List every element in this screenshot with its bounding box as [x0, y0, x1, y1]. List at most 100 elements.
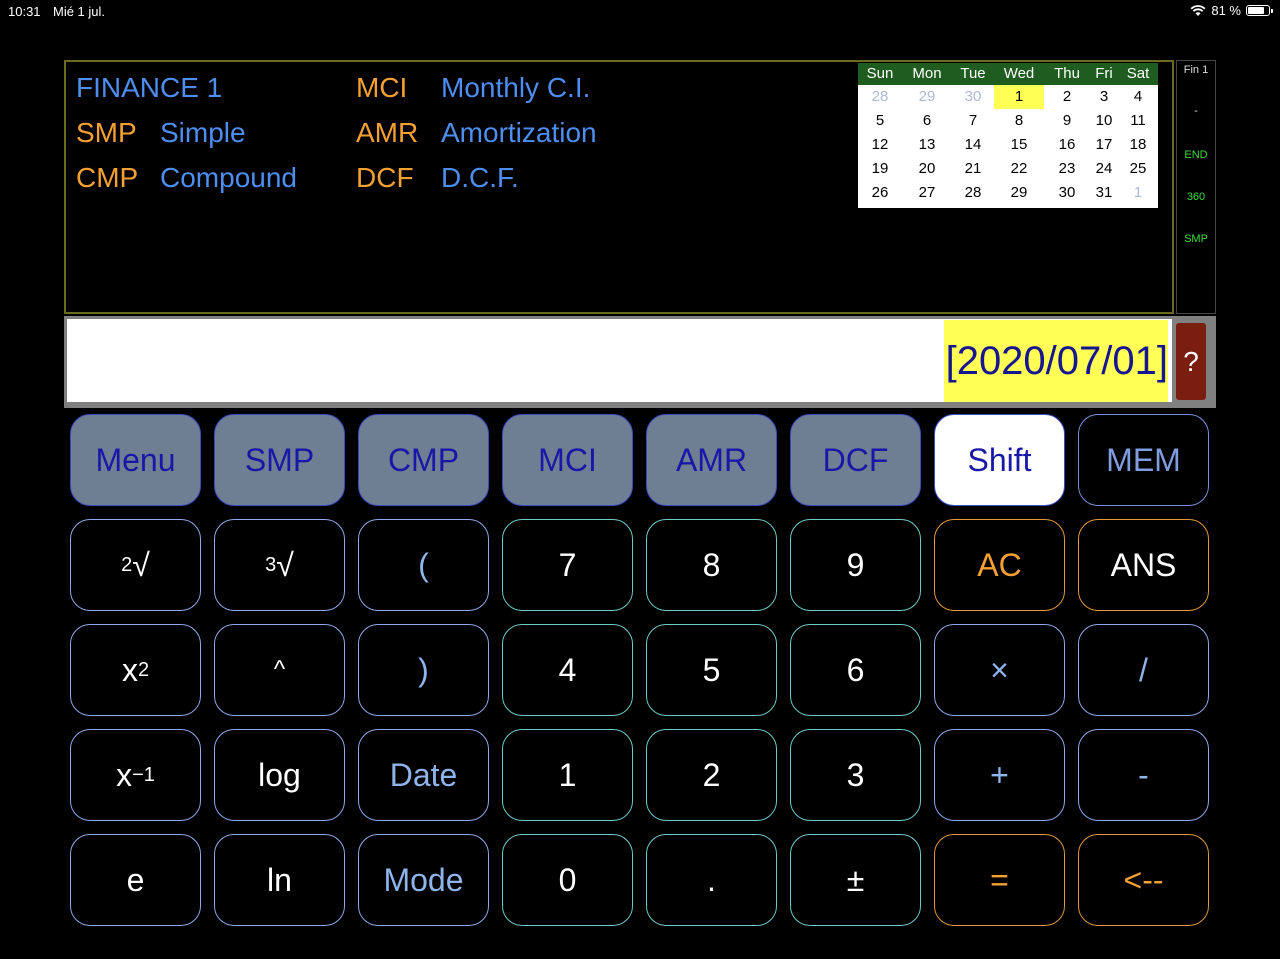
plus-minus-button[interactable]: ±: [790, 834, 921, 926]
help-button[interactable]: ?: [1176, 323, 1206, 400]
wifi-icon: [1190, 4, 1206, 16]
divide-button[interactable]: /: [1078, 624, 1209, 716]
digit-1-button[interactable]: 1: [502, 729, 633, 821]
menu-code-dcf: DCF: [356, 162, 414, 193]
close-paren-button[interactable]: ): [358, 624, 489, 716]
calendar-day[interactable]: 4: [1118, 85, 1158, 109]
calendar-week: 12 13 14 15 16 17 18: [858, 133, 1158, 157]
dcf-button[interactable]: DCF: [790, 414, 921, 506]
calendar-day[interactable]: 29: [994, 181, 1044, 205]
calendar-day[interactable]: 26: [858, 181, 902, 205]
mem-button[interactable]: MEM: [1078, 414, 1209, 506]
calendar-day[interactable]: 7: [952, 109, 994, 133]
entry-value: [2020/07/01]: [943, 320, 1168, 402]
smp-button[interactable]: SMP: [214, 414, 345, 506]
calendar-day[interactable]: 29: [902, 85, 952, 109]
calendar-day[interactable]: 15: [994, 133, 1044, 157]
digit-9-button[interactable]: 9: [790, 519, 921, 611]
calendar-day[interactable]: 28: [952, 181, 994, 205]
square-button[interactable]: x2: [70, 624, 201, 716]
battery-icon: [1246, 5, 1273, 16]
digit-6-button[interactable]: 6: [790, 624, 921, 716]
multiply-button[interactable]: ×: [934, 624, 1065, 716]
plus-button[interactable]: +: [934, 729, 1065, 821]
entry-field[interactable]: [2020/07/01]: [67, 319, 1172, 402]
square-root-button[interactable]: 2 √: [70, 519, 201, 611]
calendar-day[interactable]: 5: [858, 109, 902, 133]
menu-code-amr: AMR: [356, 117, 419, 148]
calendar-day[interactable]: 3: [1090, 85, 1118, 109]
power-button[interactable]: ^: [214, 624, 345, 716]
calendar-week: 28 29 30 1 2 3 4: [858, 85, 1158, 109]
menu-label-simple: Simple: [160, 117, 246, 148]
calendar-day[interactable]: 18: [1118, 133, 1158, 157]
mode-end: END: [1184, 149, 1208, 161]
calendar-day[interactable]: 27: [902, 181, 952, 205]
ans-button[interactable]: ANS: [1078, 519, 1209, 611]
calendar-day[interactable]: 13: [902, 133, 952, 157]
mci-button[interactable]: MCI: [502, 414, 633, 506]
euler-button[interactable]: e: [70, 834, 201, 926]
calendar-day[interactable]: 10: [1090, 109, 1118, 133]
calendar-day[interactable]: 21: [952, 157, 994, 181]
calendar-day[interactable]: 11: [1118, 109, 1158, 133]
amr-button[interactable]: AMR: [646, 414, 777, 506]
digit-4-button[interactable]: 4: [502, 624, 633, 716]
menu-button[interactable]: Menu: [70, 414, 201, 506]
entry-line: [2020/07/01] ?: [64, 316, 1216, 408]
calendar-day[interactable]: 24: [1090, 157, 1118, 181]
calendar-day[interactable]: 23: [1044, 157, 1090, 181]
calendar-day[interactable]: 8: [994, 109, 1044, 133]
status-right: 81 %: [1190, 3, 1273, 18]
calendar-week: 19 20 21 22 23 24 25: [858, 157, 1158, 181]
mode-status-panel: Fin 1 - END 360 SMP: [1176, 60, 1216, 314]
shift-button[interactable]: Shift: [934, 414, 1065, 506]
ln-button[interactable]: ln: [214, 834, 345, 926]
calendar-day[interactable]: 31: [1090, 181, 1118, 205]
panel-dash: -: [1194, 105, 1198, 117]
digit-7-button[interactable]: 7: [502, 519, 633, 611]
digit-5-button[interactable]: 5: [646, 624, 777, 716]
calendar-day[interactable]: 6: [902, 109, 952, 133]
calendar-day[interactable]: 14: [952, 133, 994, 157]
digit-0-button[interactable]: 0: [502, 834, 633, 926]
date-button[interactable]: Date: [358, 729, 489, 821]
calendar-day[interactable]: 19: [858, 157, 902, 181]
minus-button[interactable]: -: [1078, 729, 1209, 821]
exponent: 2: [137, 658, 150, 681]
weekday-label: Sun: [866, 65, 894, 82]
cmp-button[interactable]: CMP: [358, 414, 489, 506]
cube-root-button[interactable]: 3 √: [214, 519, 345, 611]
calendar-day[interactable]: 22: [994, 157, 1044, 181]
calendar-day[interactable]: 20: [902, 157, 952, 181]
equals-button[interactable]: =: [934, 834, 1065, 926]
open-paren-button[interactable]: (: [358, 519, 489, 611]
digit-2-button[interactable]: 2: [646, 729, 777, 821]
calendar-day[interactable]: 1: [1118, 181, 1158, 205]
digit-8-button[interactable]: 8: [646, 519, 777, 611]
calendar-day[interactable]: 16: [1044, 133, 1090, 157]
calendar-day[interactable]: 12: [858, 133, 902, 157]
calendar-day[interactable]: 30: [952, 85, 994, 109]
decimal-button[interactable]: .: [646, 834, 777, 926]
calendar-day[interactable]: 28: [858, 85, 902, 109]
battery-percent: 81 %: [1211, 3, 1241, 18]
mode-button[interactable]: Mode: [358, 834, 489, 926]
menu-title: FINANCE 1: [76, 72, 223, 103]
weekday-label: Sat: [1126, 65, 1150, 82]
root-sign: √: [276, 546, 294, 583]
calendar-day-today[interactable]: 1: [994, 85, 1044, 109]
calendar-day[interactable]: 9: [1044, 109, 1090, 133]
digit-3-button[interactable]: 3: [790, 729, 921, 821]
root-index: 2: [121, 553, 133, 576]
reciprocal-button[interactable]: x −1: [70, 729, 201, 821]
status-time: 10:31: [8, 4, 41, 19]
menu-label-dcf: D.C.F.: [441, 162, 519, 193]
log-button[interactable]: log: [214, 729, 345, 821]
calendar-day[interactable]: 2: [1044, 85, 1090, 109]
calendar-day[interactable]: 25: [1118, 157, 1158, 181]
calendar-day[interactable]: 30: [1044, 181, 1090, 205]
backspace-button[interactable]: <--: [1078, 834, 1209, 926]
calendar-day[interactable]: 17: [1090, 133, 1118, 157]
all-clear-button[interactable]: AC: [934, 519, 1065, 611]
